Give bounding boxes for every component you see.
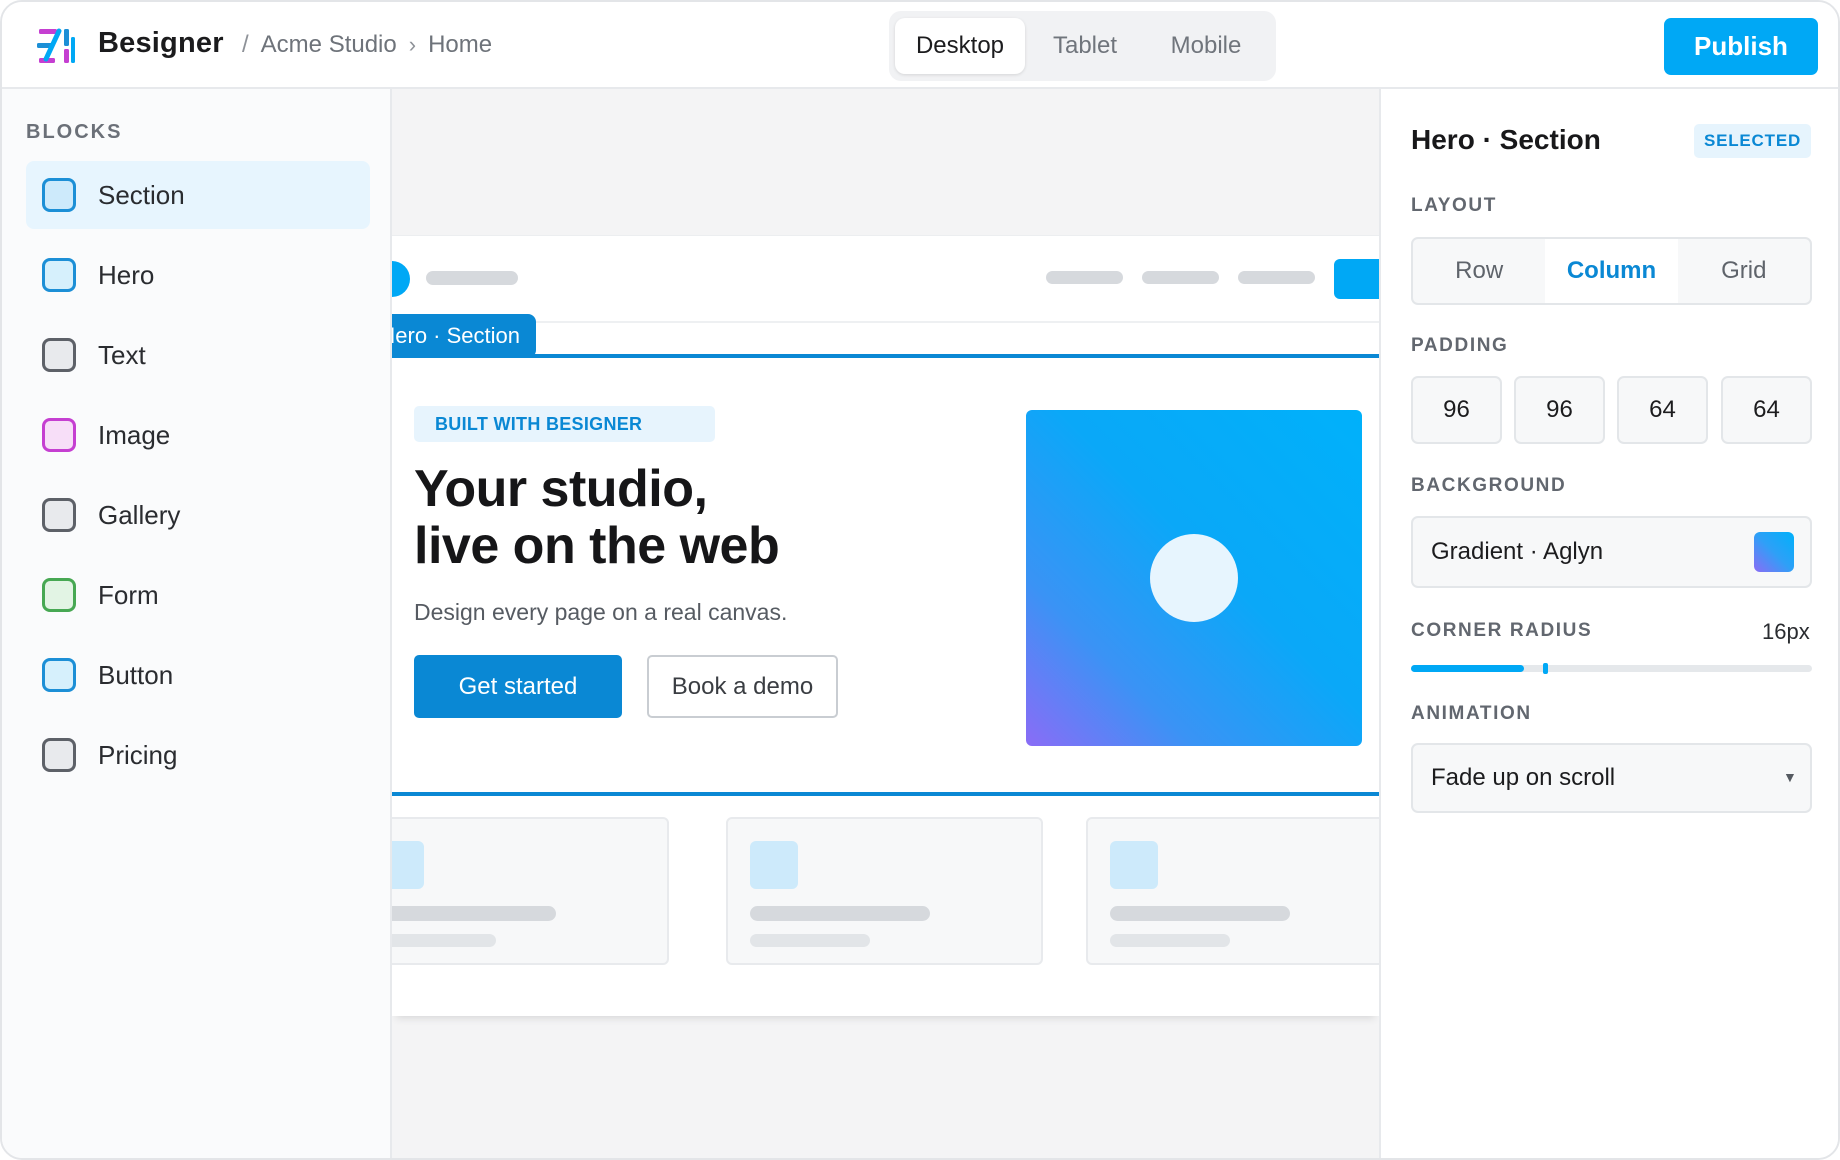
block-swatch-icon xyxy=(42,258,76,292)
hero-heading-line: live on the web xyxy=(414,517,780,575)
hero-heading[interactable]: Your studio, live on the web xyxy=(414,460,780,575)
device-tablet-button[interactable]: Tablet xyxy=(1025,18,1145,74)
breadcrumb-separator: / xyxy=(242,31,249,58)
sidebar-item-label: Image xyxy=(98,419,171,450)
feature-text-placeholder xyxy=(1110,934,1230,947)
sidebar-item-text[interactable]: Text xyxy=(26,321,370,389)
sidebar-item-label: Pricing xyxy=(98,739,178,770)
block-swatch-icon xyxy=(42,658,76,692)
layout-label: LAYOUT xyxy=(1411,195,1497,216)
padding-top-input[interactable]: 96 xyxy=(1411,376,1502,444)
app-window: Besigner / Acme Studio › Home Desktop Ta… xyxy=(0,0,1840,1160)
gradient-swatch-icon[interactable] xyxy=(1754,532,1794,572)
layout-grid-option[interactable]: Grid xyxy=(1678,239,1810,303)
padding-right-input[interactable]: 64 xyxy=(1721,376,1812,444)
feature-card[interactable] xyxy=(1086,817,1379,965)
sidebar-title: BLOCKS xyxy=(26,121,123,143)
padding-label: PADDING xyxy=(1411,335,1509,356)
feature-text-placeholder xyxy=(750,934,870,947)
mock-brand-placeholder xyxy=(426,271,518,285)
animation-label: ANIMATION xyxy=(1411,703,1532,724)
slider-fill xyxy=(1411,665,1524,672)
layout-segmented-control: Row Column Grid xyxy=(1411,237,1812,305)
mock-nav-link-placeholder xyxy=(1142,271,1219,284)
padding-left-input[interactable]: 64 xyxy=(1617,376,1708,444)
hero-image[interactable] xyxy=(1026,410,1362,746)
blocks-sidebar: BLOCKS Section Hero Text Image Gallery F… xyxy=(2,89,392,1158)
sidebar-item-label: Section xyxy=(98,179,185,210)
device-toggle: Desktop Tablet Mobile xyxy=(889,11,1276,81)
sidebar-item-label: Text xyxy=(98,339,146,370)
selection-outline-top xyxy=(392,354,1379,358)
corner-radius-slider[interactable] xyxy=(1411,663,1812,674)
inspector-panel: Hero · Section SELECTED LAYOUT Row Colum… xyxy=(1379,89,1838,1158)
block-swatch-icon xyxy=(42,418,76,452)
selection-tag[interactable]: Hero · Section xyxy=(392,314,536,358)
background-picker[interactable]: Gradient · Aglyn xyxy=(1411,516,1812,588)
sidebar-item-hero[interactable]: Hero xyxy=(26,241,370,309)
corner-radius-value: 16px xyxy=(1762,619,1810,644)
animation-select[interactable]: Fade up on scroll ▼ xyxy=(1411,743,1812,813)
hero-subtitle[interactable]: Design every page on a real canvas. xyxy=(414,599,787,626)
get-started-button[interactable]: Get started xyxy=(414,655,622,718)
design-canvas[interactable]: Hero · Section BUILT WITH BESIGNER Your … xyxy=(392,89,1379,1158)
block-swatch-icon xyxy=(42,498,76,532)
block-swatch-icon xyxy=(42,178,76,212)
device-desktop-button[interactable]: Desktop xyxy=(895,18,1025,74)
feature-title-placeholder xyxy=(750,906,930,921)
feature-icon-placeholder xyxy=(750,841,798,889)
sidebar-item-button[interactable]: Button xyxy=(26,641,370,709)
breadcrumb: / Acme Studio › Home xyxy=(242,31,492,59)
mock-nav-cta-placeholder xyxy=(1334,259,1379,299)
sidebar-item-image[interactable]: Image xyxy=(26,401,370,469)
sidebar-item-label: Gallery xyxy=(98,499,181,530)
block-swatch-icon xyxy=(42,338,76,372)
inspector-title: Hero · Section xyxy=(1411,124,1601,155)
device-mobile-button[interactable]: Mobile xyxy=(1145,18,1267,74)
hero-eyebrow[interactable]: BUILT WITH BESIGNER xyxy=(414,406,715,442)
page-preview: Hero · Section BUILT WITH BESIGNER Your … xyxy=(392,235,1379,1016)
layout-column-option[interactable]: Column xyxy=(1545,239,1678,303)
block-swatch-icon xyxy=(42,738,76,772)
hero-heading-line: Your studio, xyxy=(414,460,708,518)
sidebar-item-label: Button xyxy=(98,659,174,690)
corner-radius-label: CORNER RADIUS xyxy=(1411,620,1593,641)
sidebar-item-pricing[interactable]: Pricing xyxy=(26,721,370,789)
feature-icon-placeholder xyxy=(392,841,424,889)
feature-card[interactable] xyxy=(392,817,669,965)
feature-icon-placeholder xyxy=(1110,841,1158,889)
breadcrumb-chevron-icon: › xyxy=(408,32,417,57)
sidebar-item-label: Hero xyxy=(98,259,155,290)
slider-handle[interactable] xyxy=(1543,663,1548,674)
mock-nav-link-placeholder xyxy=(1238,271,1315,284)
sidebar-item-label: Form xyxy=(98,579,159,610)
besigner-logo-icon[interactable] xyxy=(35,25,77,67)
background-label: BACKGROUND xyxy=(1411,475,1567,496)
app-name: Besigner xyxy=(98,27,224,59)
sidebar-item-form[interactable]: Form xyxy=(26,561,370,629)
caret-down-icon: ▼ xyxy=(1783,769,1797,785)
animation-value: Fade up on scroll xyxy=(1431,764,1616,791)
padding-bottom-input[interactable]: 96 xyxy=(1514,376,1605,444)
hero-circle-shape xyxy=(1150,534,1238,622)
breadcrumb-item-workspace[interactable]: Acme Studio xyxy=(261,31,397,59)
feature-title-placeholder xyxy=(392,906,556,921)
feature-card[interactable] xyxy=(726,817,1043,965)
publish-button[interactable]: Publish xyxy=(1664,18,1818,75)
sidebar-item-gallery[interactable]: Gallery xyxy=(26,481,370,549)
book-demo-button[interactable]: Book a demo xyxy=(647,655,838,718)
sidebar-item-section[interactable]: Section xyxy=(26,161,370,229)
feature-text-placeholder xyxy=(392,934,496,947)
background-value: Gradient · Aglyn xyxy=(1431,538,1604,565)
block-swatch-icon xyxy=(42,578,76,612)
selected-badge: SELECTED xyxy=(1694,124,1811,158)
selection-outline-bottom xyxy=(392,792,1379,796)
mock-nav-link-placeholder xyxy=(1046,271,1123,284)
feature-title-placeholder xyxy=(1110,906,1290,921)
breadcrumb-item-page[interactable]: Home xyxy=(428,31,492,59)
mock-navbar[interactable] xyxy=(392,236,1379,323)
top-bar: Besigner / Acme Studio › Home Desktop Ta… xyxy=(2,2,1838,89)
layout-row-option[interactable]: Row xyxy=(1413,239,1545,303)
mock-logo-placeholder xyxy=(392,261,410,297)
